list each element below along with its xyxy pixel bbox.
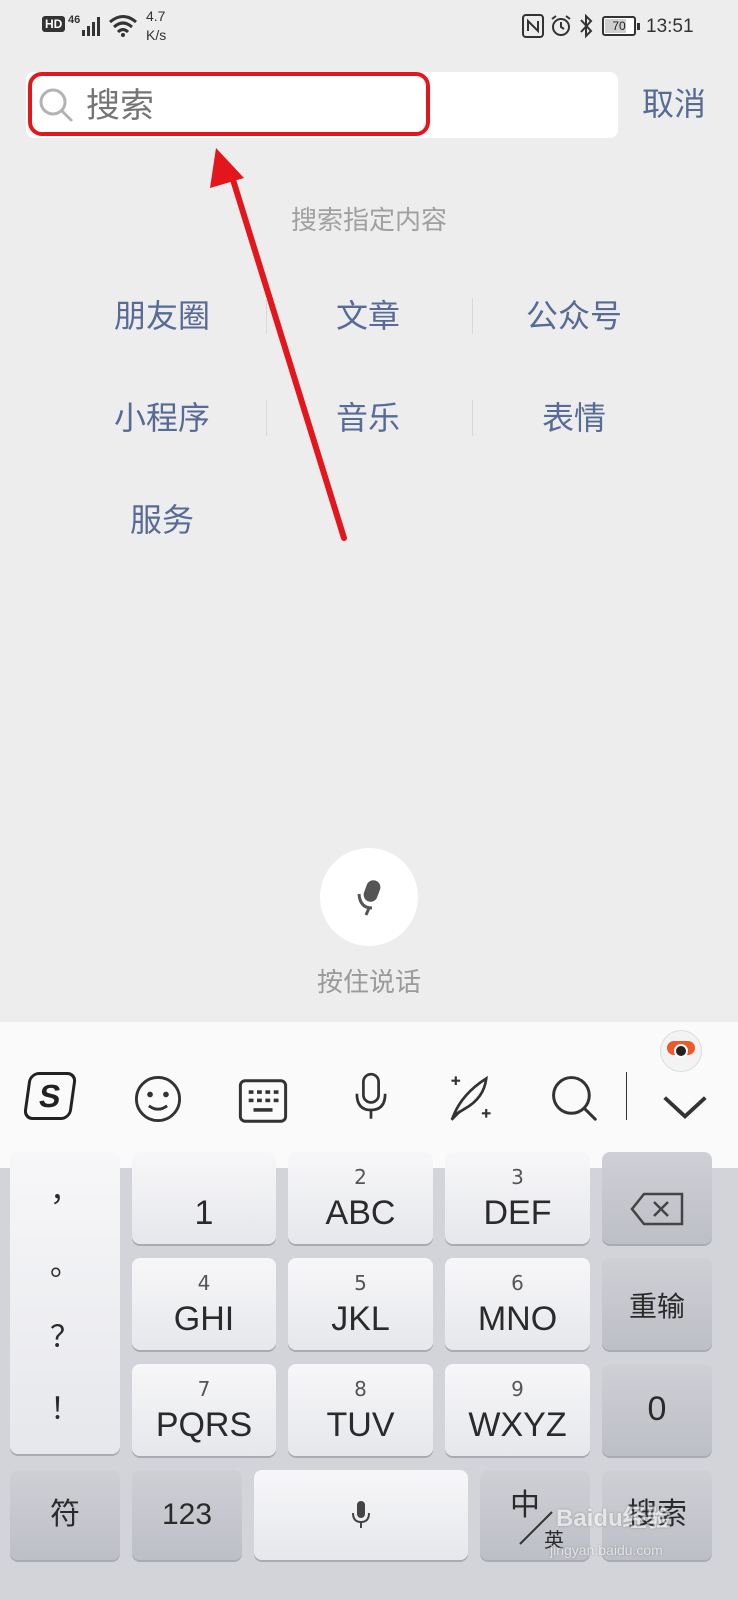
divider <box>472 400 473 436</box>
key-label: DEF <box>483 1194 552 1232</box>
key-0[interactable]: 0 <box>602 1364 712 1456</box>
key-label: TUV <box>326 1406 395 1444</box>
key-number: 5 <box>354 1271 367 1295</box>
search-hint: 搜索指定内容 <box>290 206 447 236</box>
collapse-icon[interactable] <box>660 1082 710 1132</box>
category-moments[interactable]: 朋友圈 <box>62 296 262 336</box>
watermark-url: jingyan.baidu.com <box>550 1542 663 1558</box>
category-services[interactable]: 服务 <box>62 500 262 540</box>
key-2-abc[interactable]: 2 ABC <box>288 1152 433 1244</box>
category-stickers[interactable]: 表情 <box>474 398 674 438</box>
hold-to-talk-label: 按住说话 <box>316 968 421 998</box>
key-label: ABC <box>325 1194 396 1232</box>
numbers-key[interactable]: 123 <box>132 1470 242 1560</box>
backspace-icon <box>630 1192 684 1226</box>
punct-exclaim[interactable]: ！ <box>10 1392 120 1428</box>
key-8-tuv[interactable]: 8 TUV <box>288 1364 433 1456</box>
sogou-logo-icon[interactable]: S <box>22 1072 78 1124</box>
divider <box>266 400 267 436</box>
category-official-accounts[interactable]: 公众号 <box>474 296 674 336</box>
key-label: MNO <box>477 1300 558 1338</box>
key-number: 8 <box>354 1377 367 1401</box>
key-label: 符 <box>50 1497 80 1532</box>
key-4-ghi[interactable]: 4 GHI <box>132 1258 276 1350</box>
key-label: 1 <box>194 1194 214 1232</box>
toolbar-divider <box>626 1072 627 1120</box>
key-label: PQRS <box>155 1406 253 1444</box>
microphone-icon <box>357 880 381 916</box>
key-label: JKL <box>331 1300 390 1338</box>
key-number: 7 <box>197 1377 211 1401</box>
emoji-icon[interactable] <box>133 1074 183 1124</box>
microphone-icon <box>352 1501 370 1528</box>
search-icon[interactable] <box>550 1074 600 1124</box>
microphone-icon[interactable] <box>346 1072 396 1122</box>
watermark: Baidu经验 jingyan.baidu.com <box>548 1498 708 1578</box>
key-7-pqrs[interactable]: 7 PQRS <box>132 1364 276 1456</box>
key-label: GHI <box>173 1300 235 1338</box>
key-number: 9 <box>511 1377 524 1401</box>
key-number: 6 <box>511 1271 524 1295</box>
backspace-key[interactable] <box>602 1152 712 1244</box>
punct-period[interactable]: 。 <box>10 1248 120 1284</box>
key-label: WXYZ <box>468 1406 567 1444</box>
key-number: 3 <box>511 1165 524 1189</box>
category-music[interactable]: 音乐 <box>268 398 468 438</box>
space-key[interactable] <box>254 1470 468 1560</box>
key-number: 2 <box>354 1165 367 1189</box>
reenter-key[interactable]: 重输 <box>602 1258 712 1350</box>
divider <box>266 298 267 334</box>
keyboard-icon[interactable] <box>238 1076 288 1126</box>
voice-search-button[interactable] <box>320 848 418 946</box>
key-6-mno[interactable]: 6 MNO <box>445 1258 590 1350</box>
handwriting-icon[interactable] <box>446 1072 496 1122</box>
watermark-text: Baidu经验 <box>556 1505 671 1532</box>
key-label: 0 <box>647 1390 667 1428</box>
key-9-wxyz[interactable]: 9 WXYZ <box>445 1364 590 1456</box>
key-label: 123 <box>161 1498 213 1531</box>
mascot-icon[interactable] <box>660 1030 702 1072</box>
key-1[interactable]: 1 <box>132 1152 276 1244</box>
key-label: 重输 <box>628 1290 685 1323</box>
category-articles[interactable]: 文章 <box>268 296 468 336</box>
key-3-def[interactable]: 3 DEF <box>445 1152 590 1244</box>
category-mini-programs[interactable]: 小程序 <box>62 398 262 438</box>
key-number: 4 <box>197 1271 211 1295</box>
symbol-key[interactable]: 符 <box>10 1470 120 1560</box>
divider <box>472 298 473 334</box>
punct-question[interactable]: ？ <box>10 1320 120 1356</box>
punct-comma[interactable]: ， <box>10 1174 120 1210</box>
key-5-jkl[interactable]: 5 JKL <box>288 1258 433 1350</box>
punctuation-column[interactable]: ， 。 ？ ！ <box>10 1152 120 1454</box>
